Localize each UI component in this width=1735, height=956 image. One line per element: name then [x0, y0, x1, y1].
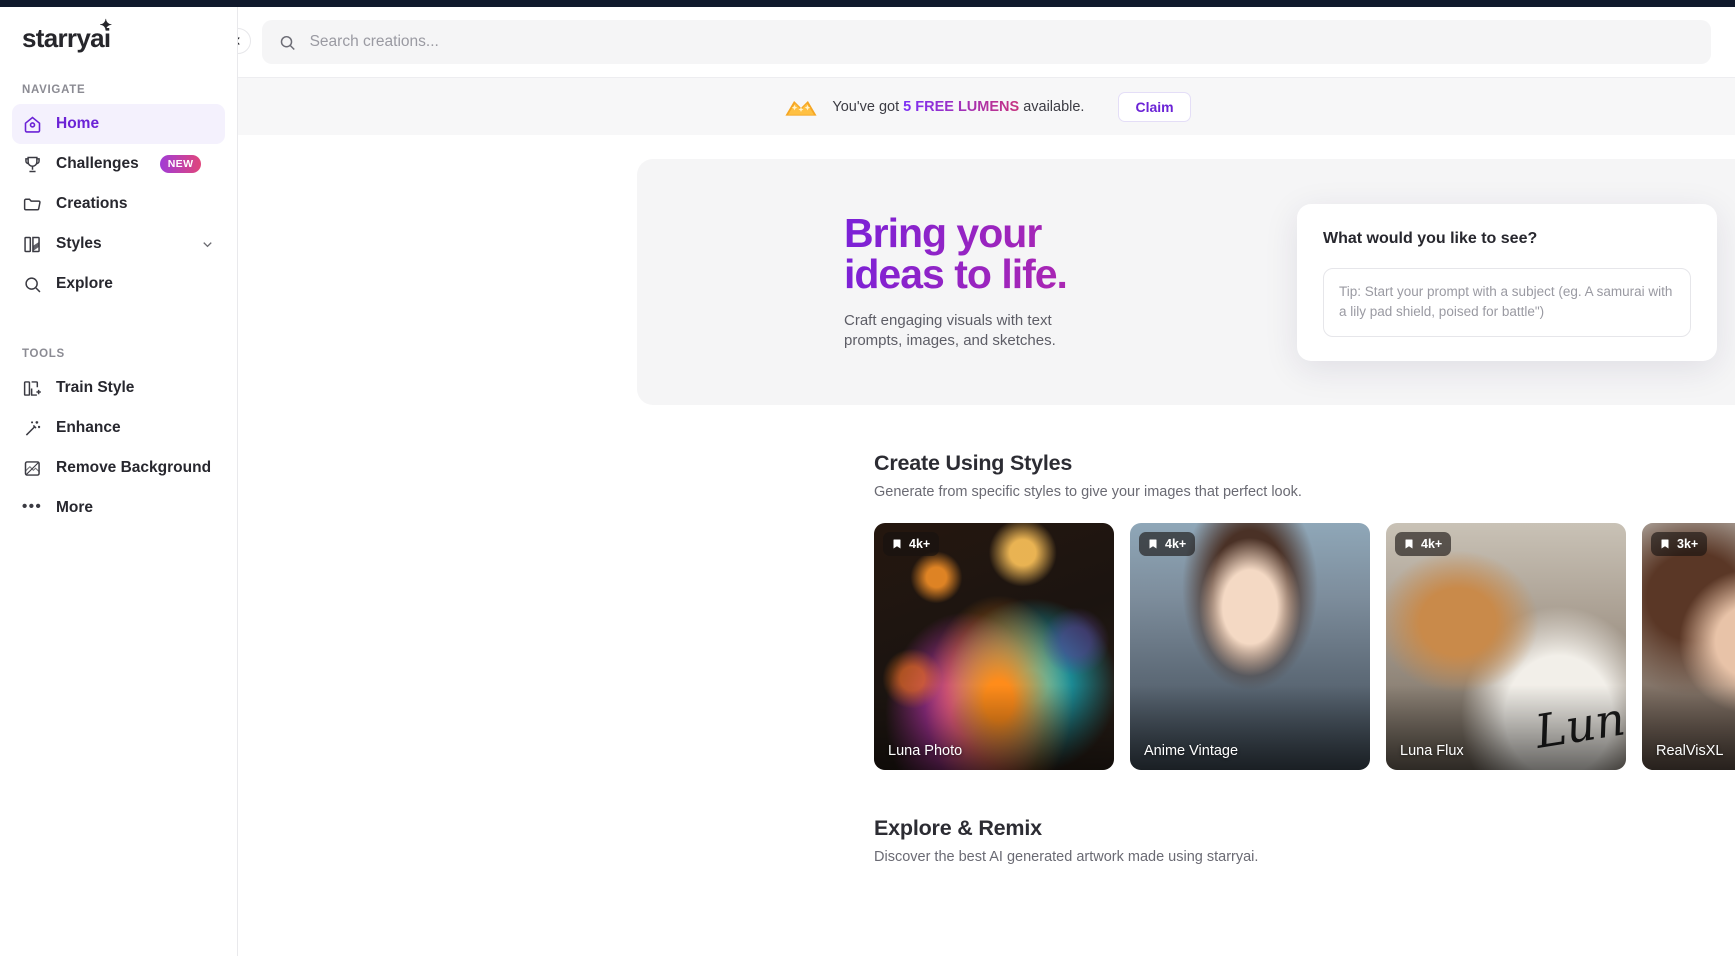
hero-copy: Bring your ideas to life. Craft engaging… [844, 212, 1174, 352]
promo-suffix: available. [1019, 98, 1085, 115]
hero-title: Bring your ideas to life. [844, 212, 1174, 295]
brand-name: starryai [22, 23, 111, 53]
hero-subtitle: Craft engaging visuals with text prompts… [844, 311, 1056, 349]
save-count: 3k+ [1677, 537, 1699, 551]
magic-wand-icon [22, 418, 43, 439]
claim-button[interactable]: Claim [1118, 91, 1191, 122]
top-bar [238, 0, 1735, 77]
nav-group-label-navigate: NAVIGATE [22, 84, 86, 96]
save-count: 4k+ [1421, 537, 1443, 551]
bookmark-icon [893, 539, 901, 549]
prompt-card-title: What would you like to see? [1323, 230, 1538, 247]
browser-chrome-strip [0, 0, 1735, 7]
style-card[interactable]: Luna 4k+ Luna Flux [1386, 523, 1626, 770]
bookmark-icon [1149, 539, 1157, 549]
content-scroll-area: Bring your ideas to life. Craft engaging… [238, 159, 1735, 865]
app-root: starryai ✦ NAVIGATE Home Challenges NEW [0, 0, 1735, 956]
style-card[interactable]: 3k+ RealVisXL [1642, 523, 1735, 770]
save-count-badge: 3k+ [1651, 532, 1708, 556]
sidebar-item-train-style[interactable]: Train Style [12, 368, 225, 408]
promo-banner: You've got 5 FREE LUMENS available. Clai… [238, 77, 1735, 135]
save-count-badge: 4k+ [1395, 532, 1452, 556]
sidebar-item-enhance[interactable]: Enhance [12, 408, 225, 448]
remove-background-icon [22, 458, 43, 479]
save-count: 4k+ [1165, 537, 1187, 551]
sidebar-item-more[interactable]: ••• More [12, 488, 225, 528]
ellipsis-icon: ••• [22, 497, 43, 515]
sidebar-item-creations[interactable]: Creations [12, 184, 225, 224]
sidebar-item-label: Challenges [56, 155, 139, 172]
promo-text: You've got 5 FREE LUMENS available. [832, 99, 1084, 115]
folder-icon [22, 194, 43, 215]
badge-new: NEW [159, 155, 202, 173]
section-subtitle: Discover the best AI generated artwork m… [874, 849, 1259, 865]
style-card[interactable]: 4k+ Anime Vintage [1130, 523, 1370, 770]
save-count-badge: 4k+ [1139, 532, 1196, 556]
styles-icon [22, 234, 43, 255]
style-card[interactable]: 4k+ Luna Photo [874, 523, 1114, 770]
sidebar-divider-gap [0, 304, 237, 318]
sidebar-item-label: Explore [56, 275, 113, 292]
bookmark-icon [1405, 539, 1413, 549]
section-explore-and-remix: Explore & Remix Discover the best AI gen… [874, 816, 1735, 865]
sidebar-item-label: Enhance [56, 419, 121, 436]
nav-group-label-tools: TOOLS [22, 348, 65, 360]
section-title: Create Using Styles [874, 451, 1073, 475]
sidebar-item-label: Styles [56, 235, 102, 252]
search-input[interactable] [309, 33, 1695, 51]
chevron-left-icon [238, 37, 240, 45]
style-card-row: 4k+ Luna Photo 4k+ Anime Vintage 4k+ Lun… [874, 523, 1735, 770]
home-icon [22, 114, 43, 135]
section-create-using-styles: Create Using Styles Generate from specif… [874, 451, 1735, 770]
sidebar: starryai ✦ NAVIGATE Home Challenges NEW [0, 0, 238, 956]
sidebar-item-label: Remove Background [56, 459, 212, 476]
sidebar-item-challenges[interactable]: Challenges NEW [12, 144, 225, 184]
card-label: RealVisXL [1656, 743, 1724, 759]
section-subtitle: Generate from specific styles to give yo… [874, 484, 1302, 500]
search-bar[interactable] [262, 20, 1711, 64]
sidebar-item-styles[interactable]: Styles [12, 224, 225, 264]
card-label: Luna Flux [1400, 743, 1464, 759]
chevron-down-icon[interactable] [200, 237, 215, 252]
sidebar-item-label: Creations [56, 195, 128, 212]
card-label: Anime Vintage [1144, 743, 1239, 759]
save-count: 4k+ [909, 537, 931, 551]
sidebar-collapse-button[interactable] [238, 28, 251, 54]
main-area: You've got 5 FREE LUMENS available. Clai… [238, 0, 1735, 956]
sidebar-item-explore[interactable]: Explore [12, 264, 225, 304]
brand-logo[interactable]: starryai ✦ [0, 7, 112, 54]
search-icon [22, 274, 43, 295]
save-count-badge: 4k+ [883, 532, 940, 556]
sidebar-item-remove-background[interactable]: Remove Background [12, 448, 225, 488]
prompt-input[interactable]: Tip: Start your prompt with a subject (e… [1323, 268, 1691, 337]
prompt-card[interactable]: What would you like to see? Tip: Start y… [1297, 204, 1717, 361]
train-style-icon [22, 378, 43, 399]
promo-prefix: You've got [832, 98, 904, 115]
promo-highlight: 5 FREE LUMENS [903, 98, 1020, 115]
hero-banner: Bring your ideas to life. Craft engaging… [637, 159, 1735, 405]
trophy-icon [22, 154, 43, 175]
sidebar-item-home[interactable]: Home [12, 104, 225, 144]
sidebar-item-label: Home [56, 115, 100, 132]
lumens-icon [782, 94, 820, 120]
sparkle-icon: ✦ [99, 17, 112, 34]
section-title: Explore & Remix [874, 816, 1042, 840]
sidebar-item-label: Train Style [56, 379, 135, 396]
search-icon [280, 35, 295, 50]
card-label: Luna Photo [888, 743, 963, 759]
bookmark-icon [1661, 539, 1669, 549]
sidebar-item-label: More [56, 499, 94, 516]
